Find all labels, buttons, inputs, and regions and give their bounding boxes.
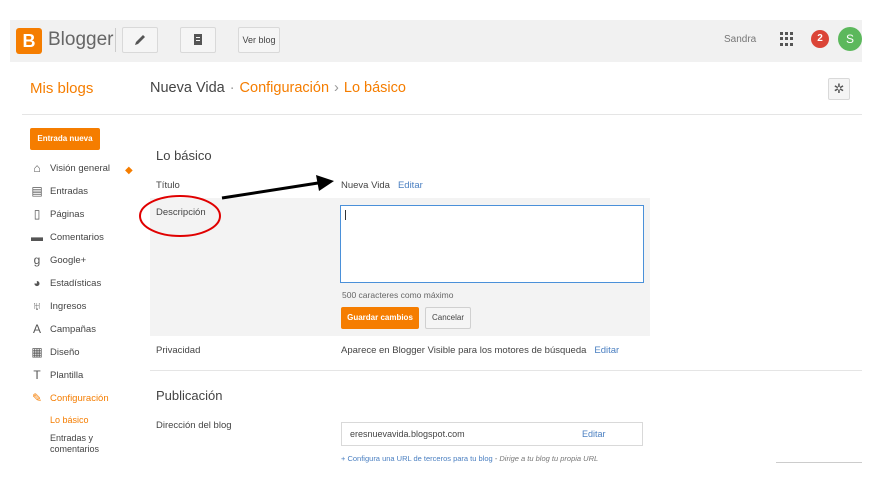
arrow-head-icon (316, 175, 334, 191)
annotation-layer (139, 175, 334, 237)
red-circle-annotation (139, 195, 221, 237)
black-arrow-annotation (221, 181, 319, 200)
